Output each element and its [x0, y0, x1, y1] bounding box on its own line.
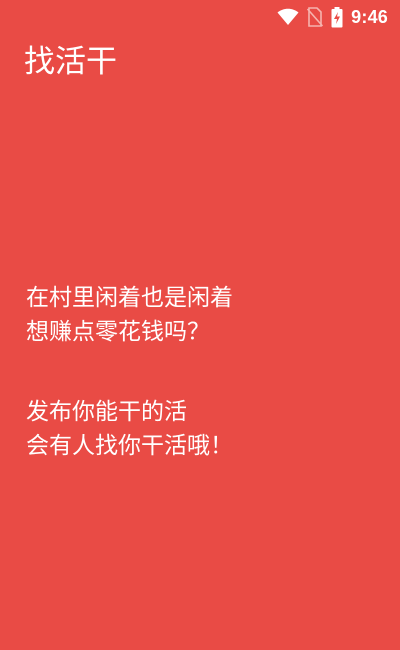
intro-message: 在村里闲着也是闲着 想赚点零花钱吗？ 发布你能干的活 会有人找你干活哦！ — [26, 281, 386, 463]
status-time: 9:46 — [351, 7, 388, 27]
message-line: 在村里闲着也是闲着 — [26, 285, 233, 311]
message-line: 想赚点零花钱吗？ — [26, 319, 210, 345]
message-line: 发布你能干的活 — [26, 399, 187, 425]
wifi-icon — [277, 8, 299, 26]
battery-charging-icon — [331, 6, 343, 28]
app-title: 找活干 — [24, 44, 117, 80]
message-line: 会有人找你干活哦！ — [26, 433, 233, 459]
status-bar: 9:46 — [0, 0, 400, 34]
no-sim-icon — [307, 7, 324, 27]
splash-screen: 9:46 找活干 在村里闲着也是闲着 想赚点零花钱吗？ 发布你能干的活 会有人找… — [0, 0, 400, 650]
status-icons: 9:46 — [277, 6, 388, 28]
